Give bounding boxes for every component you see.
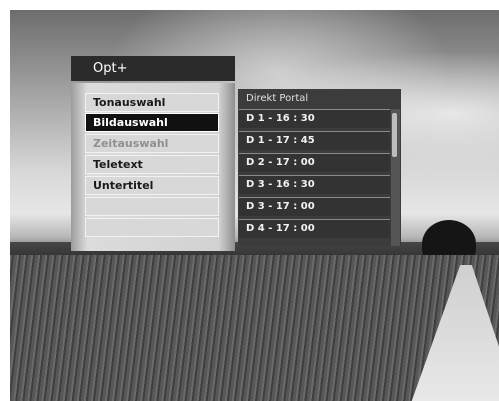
portal-title: Direkt Portal [246, 93, 309, 104]
menu-item-zeitauswahl[interactable]: Zeitauswahl [85, 134, 219, 153]
scrollbar-thumb[interactable] [392, 113, 397, 157]
menu-body: Tonauswahl Bildauswahl Zeitauswahl Telet… [71, 83, 235, 251]
portal-item[interactable]: D 3 - 17 : 00 [239, 197, 390, 216]
menu-item-bildauswahl[interactable]: Bildauswahl [85, 113, 219, 132]
menu-item-empty [85, 197, 219, 216]
portal-item[interactable]: D 1 - 16 : 30 [239, 109, 390, 128]
portal-item[interactable]: D 2 - 17 : 00 [239, 153, 390, 172]
menu-item-untertitel[interactable]: Untertitel [85, 176, 219, 195]
portal-item[interactable]: D 4 - 17 : 00 [239, 219, 390, 238]
direct-portal-panel: Direkt Portal D 1 - 16 : 30 D 1 - 17 : 4… [238, 89, 401, 246]
menu-title: Opt+ [71, 56, 235, 81]
menu-item-tonauswahl[interactable]: Tonauswahl [85, 93, 219, 112]
portal-item[interactable]: D 3 - 16 : 30 [239, 175, 390, 194]
menu-item-empty [85, 218, 219, 237]
options-menu: Opt+ Tonauswahl Bildauswahl Zeitauswahl … [71, 56, 235, 251]
portal-item[interactable]: D 1 - 17 : 45 [239, 131, 390, 150]
menu-item-teletext[interactable]: Teletext [85, 155, 219, 174]
